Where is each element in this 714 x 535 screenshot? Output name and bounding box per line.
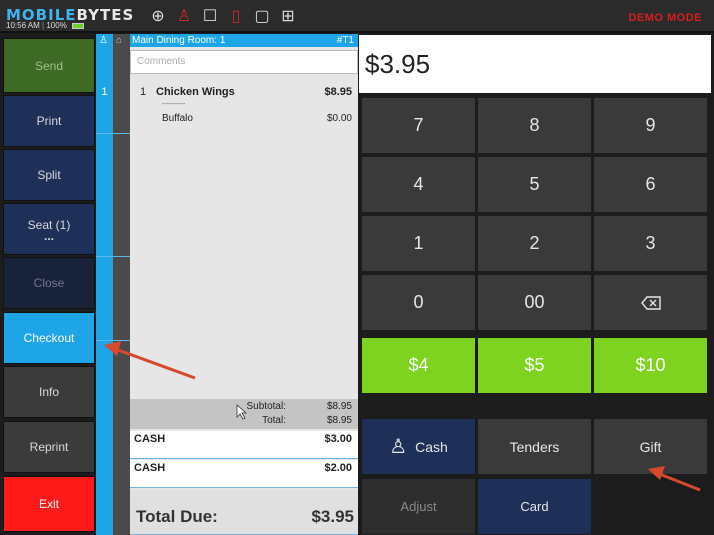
- bag-icon[interactable]: ☐: [200, 7, 220, 27]
- total-due-label: Total Due:: [136, 507, 218, 526]
- tenders-button[interactable]: Tenders: [477, 418, 592, 475]
- backspace-button[interactable]: [593, 274, 708, 331]
- chat-icon[interactable]: ▢: [252, 7, 272, 27]
- person-icon: ♙: [389, 436, 408, 458]
- seat-divider: [96, 133, 130, 134]
- split-button[interactable]: Split: [3, 149, 95, 201]
- key-9[interactable]: 9: [593, 97, 708, 154]
- key-4[interactable]: 4: [361, 156, 476, 213]
- status-line: 10:56 AM | 100%: [6, 21, 85, 30]
- battery-icon: [72, 22, 85, 29]
- quick-amount-5[interactable]: $5: [477, 337, 592, 394]
- empty-slot: [593, 478, 708, 535]
- table-label: #T1: [336, 35, 354, 46]
- pos-screen: MOBILEBYTES 10:56 AM | 100% ⊕ ♙ ☐ ▯ ▢ ⊞ …: [0, 0, 714, 535]
- print-button[interactable]: Print: [3, 95, 95, 147]
- monitor-icon[interactable]: ⊞: [278, 7, 298, 27]
- mouse-cursor-icon: [236, 404, 248, 420]
- modifier-name: Buffalo: [162, 113, 193, 124]
- info-button[interactable]: Info: [3, 366, 95, 418]
- demo-mode-label: DEMO MODE: [628, 12, 702, 24]
- keypad: 7 8 9 4 5 6 1 2 3 0 00 $4 $5 $10 ♙ Cash …: [359, 96, 711, 535]
- reprint-button[interactable]: Reprint: [3, 421, 95, 473]
- total-due-row: Total Due: $3.95: [130, 490, 358, 535]
- seat-divider: [96, 256, 130, 257]
- key-2[interactable]: 2: [477, 215, 592, 272]
- modifier-row[interactable]: Buffalo $0.00: [130, 113, 358, 125]
- payment-row[interactable]: CASH $2.00: [130, 460, 358, 488]
- quick-amount-10[interactable]: $10: [593, 337, 708, 394]
- seat-column[interactable]: [96, 34, 113, 535]
- seat-divider: [96, 340, 130, 341]
- key-00[interactable]: 00: [477, 274, 592, 331]
- key-6[interactable]: 6: [593, 156, 708, 213]
- key-7[interactable]: 7: [361, 97, 476, 154]
- backspace-icon: [640, 295, 661, 310]
- comments-field[interactable]: Comments: [130, 50, 358, 74]
- battery-text: 100%: [46, 21, 67, 30]
- seat-number[interactable]: 1: [96, 86, 113, 98]
- modifier-separator: ----------: [162, 101, 186, 108]
- item-name: Chicken Wings: [156, 86, 235, 98]
- card-button[interactable]: Card: [477, 478, 592, 535]
- seat-person-icon[interactable]: ♙: [99, 35, 108, 46]
- quick-amount-4[interactable]: $4: [361, 337, 476, 394]
- ticket-item-row[interactable]: 1 Chicken Wings $8.95: [130, 86, 358, 100]
- item-price: $8.95: [324, 86, 352, 98]
- close-button[interactable]: Close: [3, 257, 95, 309]
- exit-button[interactable]: Exit: [3, 476, 95, 532]
- person-alert-icon[interactable]: ♙: [174, 7, 194, 27]
- seat-button[interactable]: Seat (1) ...: [3, 203, 95, 255]
- gift-button[interactable]: Gift: [593, 418, 708, 475]
- payment-row[interactable]: CASH $3.00: [130, 431, 358, 459]
- clock-text: 10:56 AM: [6, 21, 40, 30]
- network-icon[interactable]: ⊕: [148, 7, 168, 27]
- total-due-value: $3.95: [311, 507, 354, 526]
- room-label: Main Dining Room: 1: [132, 35, 226, 46]
- item-qty: 1: [140, 86, 147, 98]
- key-3[interactable]: 3: [593, 215, 708, 272]
- key-5[interactable]: 5: [477, 156, 592, 213]
- adjust-button[interactable]: Adjust: [361, 478, 476, 535]
- receipt-alert-icon[interactable]: ▯: [226, 7, 246, 27]
- key-8[interactable]: 8: [477, 97, 592, 154]
- amount-display[interactable]: $3.95: [359, 35, 711, 93]
- ticket-header: Main Dining Room: 1 #T1: [130, 34, 358, 47]
- modifier-price: $0.00: [326, 113, 352, 124]
- seat-more-dots: ...: [43, 229, 54, 243]
- key-1[interactable]: 1: [361, 215, 476, 272]
- send-button[interactable]: Send: [3, 38, 95, 93]
- checkout-button[interactable]: Checkout: [3, 312, 95, 364]
- seat-home-icon[interactable]: ⌂: [116, 35, 122, 46]
- seat-column-secondary: [113, 34, 130, 535]
- key-0[interactable]: 0: [361, 274, 476, 331]
- cash-button[interactable]: ♙ Cash: [361, 418, 476, 475]
